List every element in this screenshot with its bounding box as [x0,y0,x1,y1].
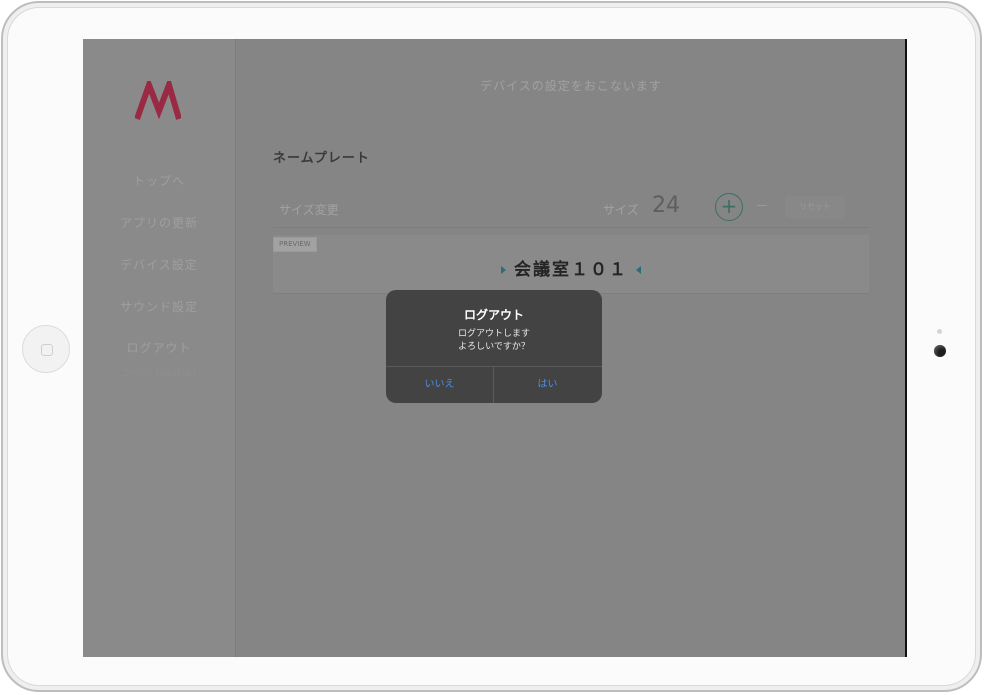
logout-dialog: ログアウト ログアウトします よろしいですか？ いいえ はい [386,290,602,403]
arrow-right-icon [501,266,506,274]
size-value: 24 [652,193,680,218]
nameplate-preview: PREVIEW 会議室１０１ [273,235,869,294]
page-title: デバイスの設定をおこないます [480,79,662,93]
sidebar-item-logout[interactable]: ログアウト [83,339,235,356]
dialog-yes-button[interactable]: はい [494,367,601,403]
arrow-left-icon [636,266,641,274]
dialog-title: ログアウト [463,308,524,322]
size-row: サイズ変更 サイズ 24 + リセット [273,189,869,228]
reset-button[interactable]: リセット [785,196,845,218]
sidebar: トップへ アプリの更新 デバイス設定 サウンド設定 ログアウト コード: 3b4… [83,39,236,657]
home-square-icon [41,344,53,356]
dialog-message-line2: よろしいですか？ [458,342,530,352]
sidebar-item-top[interactable]: トップへ [83,172,235,189]
preview-tag: PREVIEW [273,237,317,252]
sensor-dot [937,329,942,334]
camera-icon [934,345,946,357]
section-title-nameplate: ネームプレート [273,151,370,166]
sidebar-item-app-update[interactable]: アプリの更新 [83,214,235,231]
dialog-no-button[interactable]: いいえ [386,367,493,403]
dialog-message-line1: ログアウトします [457,329,530,339]
app-logo-icon [135,81,181,120]
size-change-label: サイズ変更 [279,203,339,217]
sidebar-item-sound-settings[interactable]: サウンド設定 [83,298,235,315]
size-decrease-button[interactable] [757,205,767,206]
home-button[interactable] [22,325,70,373]
size-caption: サイズ [603,203,639,217]
size-increase-button[interactable]: + [715,193,743,221]
nameplate-text: 会議室１０１ [514,260,628,280]
sidebar-item-device-settings[interactable]: デバイス設定 [83,256,235,273]
device-code: コード: 3b40f4e1 [121,369,197,379]
nameplate-text-row: 会議室１０１ [273,255,869,280]
app-screen: トップへ アプリの更新 デバイス設定 サウンド設定 ログアウト コード: 3b4… [83,39,907,657]
